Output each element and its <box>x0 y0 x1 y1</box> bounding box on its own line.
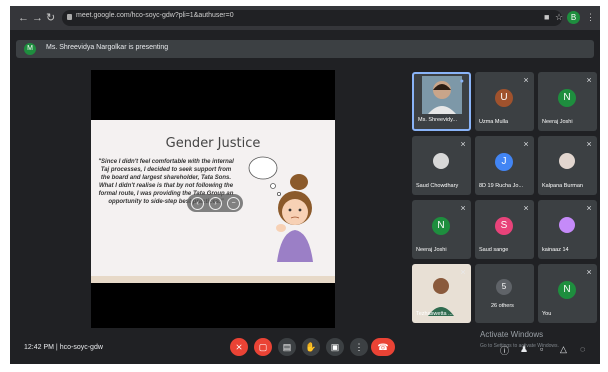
slide-title: Gender Justice <box>165 136 261 151</box>
participant-tile[interactable]: ⨯ Tezhaswetta ... <box>412 264 471 323</box>
mic-off-icon: ⨯ <box>586 205 592 212</box>
leave-call-button[interactable]: ☎ <box>371 338 395 356</box>
mic-off-icon: ⨯ <box>523 77 529 84</box>
participant-tile[interactable]: ● Ms. Shreevidy... <box>412 72 471 131</box>
info-icon[interactable]: ⓘ <box>500 344 509 357</box>
participant-name: Kalpana Burman <box>542 183 583 189</box>
mic-off-icon: ⨯ <box>586 141 592 148</box>
prev-slide-icon[interactable]: ‹ <box>191 197 204 210</box>
presenting-banner: M Ms. Shreevidya Nargolkar is presenting <box>16 40 594 58</box>
participant-name: Neeraj Joshi <box>416 247 447 253</box>
lock-meeting-icon[interactable]: ◌ <box>580 344 585 354</box>
camera-toggle-button[interactable]: ▢ <box>254 338 272 356</box>
mic-off-icon: ⨯ <box>460 141 466 148</box>
participant-tile-others[interactable]: 5 26 others <box>475 264 534 323</box>
meeting-time: 12:42 PM | hco-soyc-gdw <box>24 344 103 351</box>
mic-off-icon: ⨯ <box>586 269 592 276</box>
participant-avatar: U <box>495 89 513 107</box>
people-icon[interactable]: ♟ <box>520 344 528 355</box>
reload-icon[interactable]: ↻ <box>46 10 55 26</box>
presenting-text: Ms. Shreevidya Nargolkar is presenting <box>46 44 169 51</box>
speaking-icon: ● <box>459 78 464 85</box>
back-arrow-icon[interactable]: ← <box>18 10 29 26</box>
mic-off-icon: ⨯ <box>523 205 529 212</box>
participant-tile[interactable]: ⨯ J 8D 19 Rucha Jo... <box>475 136 534 195</box>
participant-avatar: N <box>432 217 450 235</box>
activate-windows-title: Activate Windows <box>480 330 544 339</box>
participant-tile[interactable]: ⨯ Saud Chowdhary <box>412 136 471 195</box>
mic-off-icon: ⨯ <box>586 77 592 84</box>
participant-name: Neeraj Joshi <box>542 119 573 125</box>
participant-name: Tezhaswetta ... <box>416 311 453 317</box>
participant-name: Ms. Shreevidy... <box>418 117 458 123</box>
presentation-slide: Gender Justice "Since I didn't feel comf… <box>91 120 335 283</box>
address-bar[interactable]: meet.google.com/hco-soyc-gdw?pli=1&authu… <box>62 10 562 26</box>
participant-avatar: N <box>558 281 576 299</box>
participant-name: 26 others <box>491 303 514 309</box>
mic-off-icon: ⨯ <box>523 141 529 148</box>
participant-tile[interactable]: ⨯ N Neeraj Joshi <box>538 72 597 131</box>
participant-name: 8D 19 Rucha Jo... <box>479 183 524 189</box>
meet-window: ← → ↻ meet.google.com/hco-soyc-gdw?pli=1… <box>10 6 600 364</box>
participant-name: Saud sange <box>479 247 509 253</box>
participant-tile[interactable]: ⨯ kainaaz 14 <box>538 200 597 259</box>
participant-name: Uzma Mulla <box>479 119 509 125</box>
participant-name: Saud Chowdhary <box>416 183 459 189</box>
presenter-avatar: M <box>24 43 36 55</box>
others-count-avatar: 5 <box>496 279 512 295</box>
participant-name: You <box>542 311 552 317</box>
participant-tile[interactable]: ⨯ S Saud sange <box>475 200 534 259</box>
participant-avatar: S <box>495 217 513 235</box>
activities-icon[interactable]: △ <box>560 344 567 355</box>
meeting-code: hco-soyc-gdw <box>59 344 103 351</box>
camera-icon[interactable]: ■ <box>544 12 549 22</box>
participant-tile[interactable]: ⨯ U Uzma Mulla <box>475 72 534 131</box>
more-options-button[interactable]: ⋮ <box>350 338 368 356</box>
participant-photo <box>433 153 449 169</box>
mic-off-icon: ⨯ <box>460 205 466 212</box>
forward-arrow-icon[interactable]: → <box>32 10 43 26</box>
lock-icon <box>67 14 72 20</box>
profile-avatar[interactable]: B <box>567 11 580 24</box>
star-icon[interactable]: ☆ <box>555 12 563 23</box>
participant-photo <box>559 153 575 169</box>
slide-controls[interactable]: ‹ › − <box>187 194 243 212</box>
chat-icon[interactable]: ▫ <box>540 344 543 354</box>
participant-photo <box>559 217 575 233</box>
mic-off-icon: ⨯ <box>460 269 466 276</box>
menu-dots-icon[interactable]: ⋮ <box>586 12 595 23</box>
participant-avatar: N <box>558 89 576 107</box>
mic-toggle-button[interactable]: ⨯ <box>230 338 248 356</box>
girl-illustration <box>248 156 313 262</box>
presentation-stage: Gender Justice "Since I didn't feel comf… <box>91 70 335 328</box>
next-slide-icon[interactable]: › <box>209 197 222 210</box>
url-text: meet.google.com/hco-soyc-gdw?pli=1&authu… <box>76 12 234 19</box>
participant-tile-self[interactable]: ⨯ N You <box>538 264 597 323</box>
zoom-out-icon[interactable]: − <box>227 197 240 210</box>
participant-video <box>422 76 462 114</box>
participant-tile[interactable]: ⨯ Kalpana Burman <box>538 136 597 195</box>
participant-avatar: J <box>495 153 513 171</box>
captions-button[interactable]: ▤ <box>278 338 296 356</box>
participant-tile[interactable]: ⨯ N Neeraj Joshi <box>412 200 471 259</box>
present-button[interactable]: ▣ <box>326 338 344 356</box>
browser-toolbar: ← → ↻ meet.google.com/hco-soyc-gdw?pli=1… <box>10 6 600 30</box>
slide-bottom-band <box>91 276 335 283</box>
participant-name: kainaaz 14 <box>542 247 569 253</box>
raise-hand-button[interactable]: ✋ <box>302 338 320 356</box>
